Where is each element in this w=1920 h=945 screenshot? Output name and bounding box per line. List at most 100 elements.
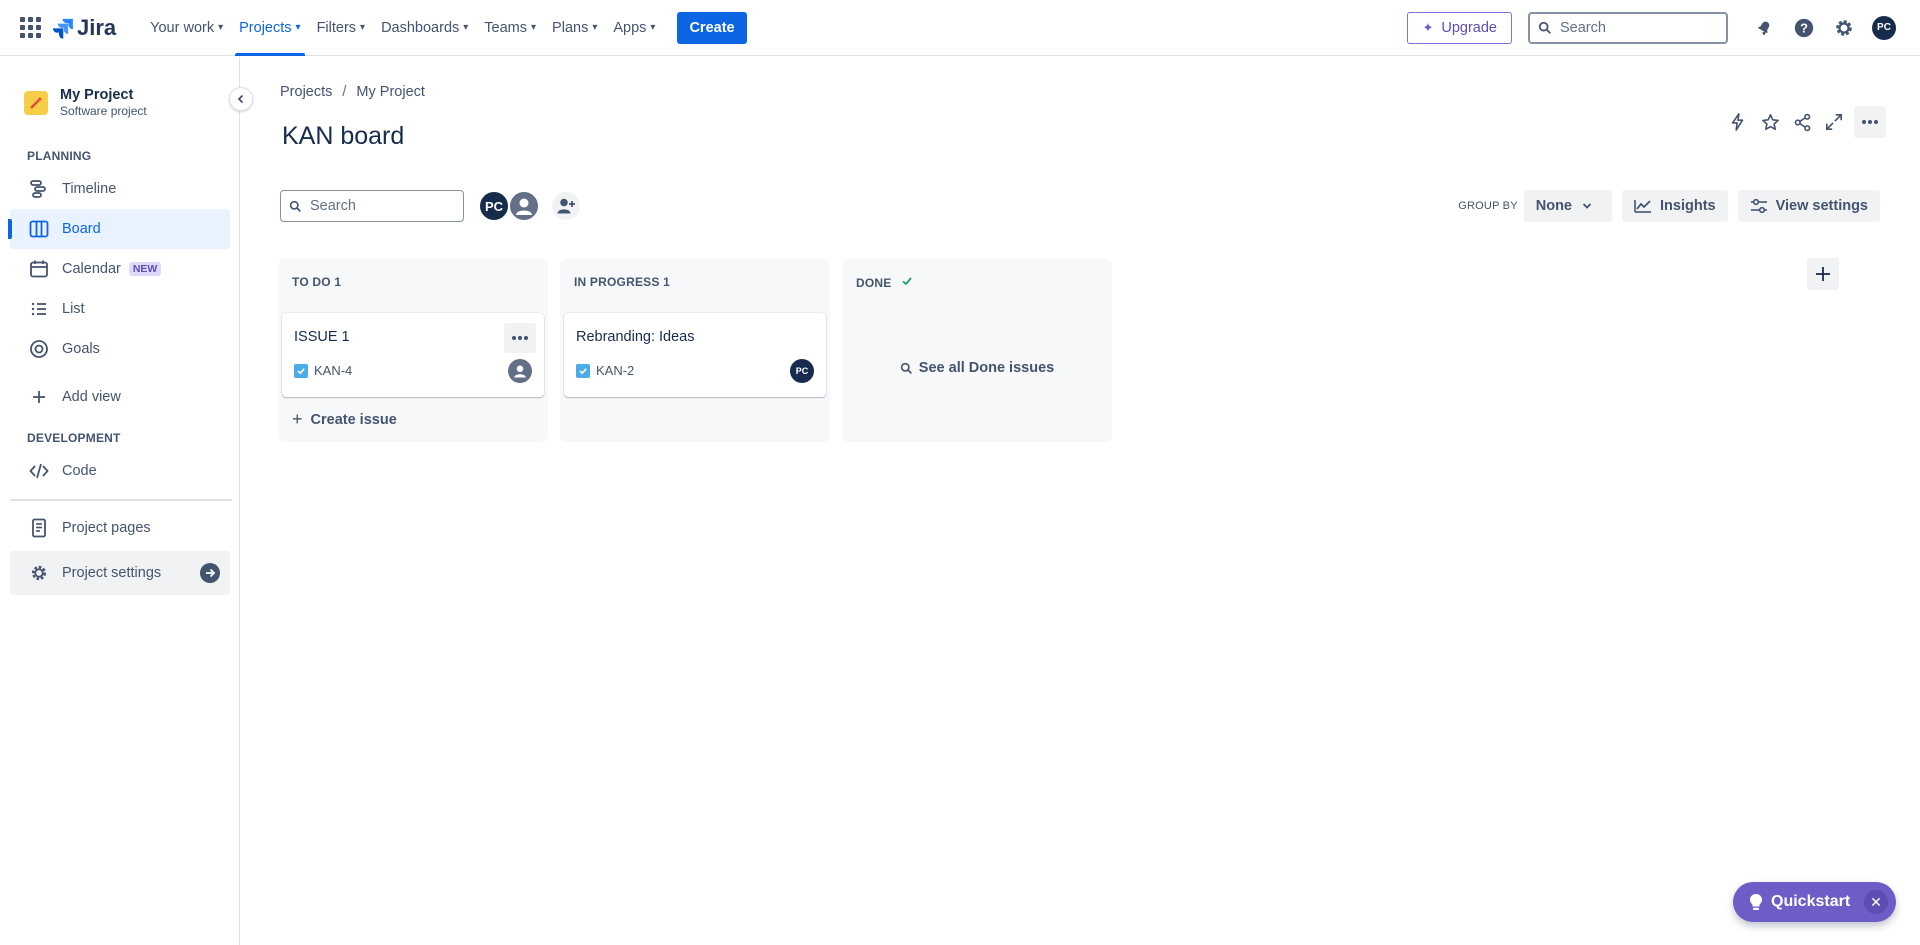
search-icon — [1538, 21, 1551, 34]
lightbulb-icon — [1750, 894, 1762, 910]
sidebar-item-goals[interactable]: Goals — [10, 329, 230, 369]
sparkle-icon: ✦ — [1422, 19, 1434, 35]
nav-filters-label: Filters — [316, 19, 357, 36]
sidebar-item-calendar[interactable]: Calendar NEW — [10, 249, 230, 289]
development-section-label: DEVELOPMENT — [27, 431, 121, 445]
profile-button[interactable]: PC — [1868, 12, 1900, 44]
nav-teams[interactable]: Teams ▾ — [476, 0, 544, 56]
nav-dashboards-label: Dashboards — [381, 19, 460, 36]
avatar-filter-pc[interactable]: PC — [478, 190, 510, 222]
expand-icon — [1825, 113, 1843, 131]
sidebar-item-board[interactable]: Board — [8, 209, 230, 249]
jira-logo-text: Jira — [77, 14, 117, 40]
lightning-icon — [1731, 113, 1744, 131]
sidebar-item-project-settings[interactable]: Project settings — [10, 551, 230, 595]
goals-icon — [28, 338, 50, 360]
board-column-done: DONE See all Done issues — [842, 259, 1112, 442]
avatar-filter-unassigned[interactable] — [508, 190, 540, 222]
insights-button[interactable]: Insights — [1622, 190, 1728, 222]
unassigned-avatar[interactable] — [508, 359, 532, 383]
sidebar-item-code[interactable]: Code — [10, 451, 230, 491]
quickstart-button[interactable]: Quickstart ✕ — [1733, 882, 1896, 922]
sidebar-item-project-pages[interactable]: Project pages — [10, 508, 230, 548]
help-icon: ? — [1794, 18, 1814, 37]
notifications-button[interactable] — [1748, 12, 1780, 44]
issue-card-kan-2[interactable]: Rebranding: Ideas KAN-2 PC — [564, 313, 826, 397]
sidebar-item-timeline[interactable]: Timeline — [10, 169, 230, 209]
nav-right-group: ✦ Upgrade Search ? PC — [1407, 11, 1900, 44]
nav-apps[interactable]: Apps ▾ — [605, 0, 663, 56]
see-all-done-issues-link[interactable]: See all Done issues — [842, 360, 1112, 376]
group-by-select[interactable]: None — [1523, 190, 1612, 222]
issue-card-kan-4[interactable]: ISSUE 1 KAN-4 — [282, 313, 544, 397]
fullscreen-button[interactable] — [1818, 106, 1850, 138]
board-icon — [28, 218, 50, 240]
chevron-down-icon: ▾ — [531, 22, 537, 33]
issue-key: KAN-2 — [576, 363, 634, 378]
sidebar-item-label: Board — [62, 221, 101, 237]
plus-icon: + — [292, 409, 303, 429]
chevron-down-icon: ▾ — [218, 22, 224, 33]
column-title: IN PROGRESS 1 — [574, 275, 670, 289]
sidebar-item-label: Timeline — [62, 181, 117, 197]
view-settings-button[interactable]: View settings — [1737, 190, 1880, 222]
chevron-down-icon: ▾ — [295, 22, 301, 33]
svg-text:?: ? — [1800, 20, 1808, 35]
settings-button[interactable] — [1828, 12, 1860, 44]
sliders-icon — [1750, 198, 1767, 214]
sidebar-item-label: Project settings — [62, 565, 162, 581]
nav-your-work[interactable]: Your work ▾ — [142, 0, 231, 56]
sidebar-item-label: Calendar — [62, 261, 121, 277]
global-search-input[interactable]: Search — [1528, 11, 1728, 44]
sidebar-item-list[interactable]: List — [10, 289, 230, 329]
upgrade-button[interactable]: ✦ Upgrade — [1407, 11, 1512, 44]
create-issue-button[interactable]: + Create issue — [292, 409, 397, 430]
help-button[interactable]: ? — [1788, 12, 1820, 44]
nav-plans[interactable]: Plans ▾ — [544, 0, 605, 56]
jira-logo[interactable]: Jira — [52, 15, 116, 41]
gear-icon — [1836, 19, 1852, 36]
assignee-avatar[interactable]: PC — [790, 359, 814, 383]
planning-section-label: PLANNING — [27, 149, 92, 163]
timeline-icon — [28, 178, 50, 200]
insights-chart-icon — [1634, 200, 1651, 213]
create-button[interactable]: Create — [677, 11, 747, 44]
board-search-input[interactable]: Search — [280, 190, 464, 222]
create-issue-label: Create issue — [310, 411, 397, 428]
add-user-icon — [557, 198, 575, 214]
column-header: TO DO 1 — [292, 275, 341, 289]
app-switcher-icon[interactable] — [20, 16, 42, 39]
star-button[interactable] — [1754, 106, 1786, 138]
top-navigation: Jira Your work ▾ Projects ▾ Filters ▾ Dashb… — [0, 0, 1920, 56]
board-title-actions — [1722, 106, 1886, 138]
close-icon[interactable]: ✕ — [1864, 890, 1888, 914]
global-search-placeholder: Search — [1560, 19, 1606, 36]
column-title: TO DO 1 — [292, 275, 342, 289]
sidebar-item-label: Add view — [62, 389, 121, 405]
sidebar-item-add-view[interactable]: Add view — [10, 377, 230, 417]
check-icon — [901, 275, 913, 290]
add-people-button[interactable] — [550, 190, 582, 222]
card-more-button[interactable] — [504, 323, 536, 353]
automation-button[interactable] — [1722, 106, 1754, 138]
share-button[interactable] — [1786, 106, 1818, 138]
nav-plans-label: Plans — [552, 19, 589, 36]
project-header[interactable]: My Project Software project — [24, 87, 147, 118]
chevron-down-icon: ▾ — [650, 22, 656, 33]
breadcrumb-projects[interactable]: Projects — [280, 84, 332, 100]
nav-projects[interactable]: Projects ▾ — [231, 0, 308, 56]
issue-card-title: ISSUE 1 — [294, 329, 350, 345]
collapse-sidebar-button[interactable] — [229, 87, 253, 111]
nav-dashboards[interactable]: Dashboards ▾ — [373, 0, 476, 56]
issue-key-text: KAN-4 — [314, 363, 353, 378]
add-column-button[interactable] — [1807, 258, 1839, 290]
sidebar-divider — [10, 499, 232, 501]
chevron-down-icon — [1582, 203, 1592, 209]
breadcrumb: Projects / My Project — [280, 84, 425, 100]
group-by-value: None — [1535, 198, 1572, 214]
page-icon — [28, 517, 50, 539]
nav-filters[interactable]: Filters ▾ — [309, 0, 374, 56]
column-title: DONE — [856, 275, 892, 290]
breadcrumb-my-project[interactable]: My Project — [356, 84, 425, 100]
more-actions-button[interactable] — [1854, 106, 1886, 138]
